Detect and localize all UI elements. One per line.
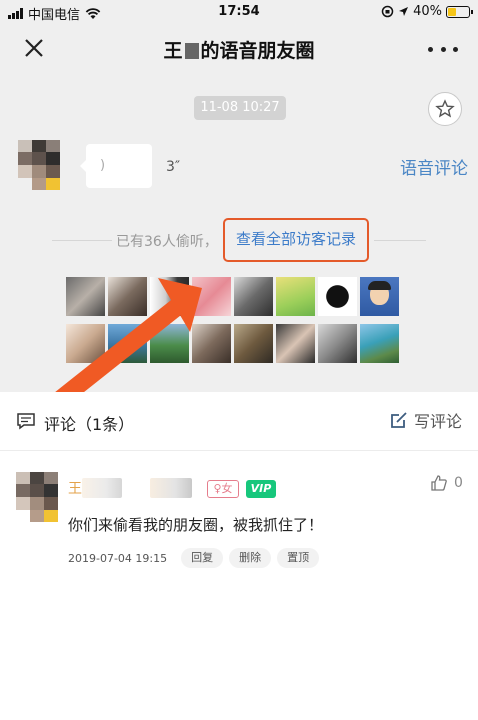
nav-bar: 王的语音朋友圈 <box>0 24 478 74</box>
divider-right <box>374 240 426 241</box>
delete-button[interactable]: 删除 <box>229 548 272 568</box>
comments-header: 评论（1条） 写评论 <box>0 392 478 450</box>
visitor-avatar[interactable] <box>318 277 357 316</box>
visitor-avatar[interactable] <box>150 324 189 363</box>
star-icon <box>435 99 455 118</box>
visitor-avatar[interactable] <box>108 277 147 316</box>
name-redaction <box>82 478 122 498</box>
post-area: 11-08 10:27 ) 3″ 语音评论 已有36人偷听， 查看全部访客记录 <box>0 74 478 414</box>
poster-avatar[interactable] <box>18 140 60 190</box>
favorite-button[interactable] <box>428 92 462 126</box>
visitor-count-text: 已有36人偷听， <box>116 234 218 250</box>
status-bar: 中国电信 17:54 40% <box>0 0 478 24</box>
visitor-avatar[interactable] <box>234 277 273 316</box>
rotation-lock-icon <box>381 5 394 18</box>
comment-date: 2019-07-04 19:15 <box>68 551 168 565</box>
visitor-avatar[interactable] <box>66 324 105 363</box>
visitor-avatar[interactable] <box>360 324 399 363</box>
page-title: 王的语音朋友圈 <box>0 36 478 63</box>
write-comment-label: 写评论 <box>413 412 462 431</box>
voice-message-bubble[interactable]: ) <box>80 144 152 188</box>
comment-text: 你们来偷看我的朋友圈，被我抓住了！ <box>68 516 324 534</box>
post-timestamp: 11-08 10:27 <box>194 96 286 120</box>
divider-left <box>52 240 112 241</box>
visitor-avatar[interactable] <box>360 277 399 316</box>
visitor-avatar[interactable] <box>192 324 231 363</box>
write-comment-button[interactable]: 写评论 <box>390 408 462 432</box>
commenter-name[interactable]: 王 <box>68 478 82 498</box>
title-text: 的语音朋友圈 <box>200 40 315 62</box>
visitor-avatar[interactable] <box>234 324 273 363</box>
commenter-avatar[interactable] <box>16 472 58 522</box>
view-all-visitors-link[interactable]: 查看全部访客记录 <box>223 218 369 262</box>
title-username: 王 <box>163 40 183 62</box>
visitor-avatar[interactable] <box>276 324 315 363</box>
edit-icon <box>391 412 407 428</box>
voice-duration: 3″ <box>166 159 181 175</box>
vip-badge: VIP <box>246 480 276 498</box>
reply-button[interactable]: 回复 <box>181 548 224 568</box>
name-redaction <box>150 478 192 498</box>
visitor-avatar[interactable] <box>318 324 357 363</box>
voice-comment-button[interactable]: 语音评论 <box>400 154 468 179</box>
visitor-avatar[interactable] <box>276 277 315 316</box>
thumbs-up-icon <box>431 475 447 491</box>
visitor-avatar[interactable] <box>150 277 189 316</box>
battery-icon <box>446 5 473 18</box>
section-divider <box>0 450 478 451</box>
voice-wave-icon: ) <box>100 158 106 173</box>
pin-button[interactable]: 置顶 <box>277 548 320 568</box>
visitor-avatar[interactable] <box>108 324 147 363</box>
like-button[interactable]: 0 <box>430 474 463 492</box>
like-count: 0 <box>454 475 463 491</box>
location-icon <box>399 7 409 16</box>
more-icon[interactable] <box>428 36 458 62</box>
visitor-avatar[interactable] <box>192 277 231 316</box>
title-name-redaction <box>184 43 199 59</box>
visitor-avatar[interactable] <box>66 277 105 316</box>
comment-icon <box>17 413 35 430</box>
gender-tag: ♀女 <box>207 480 239 498</box>
battery-percent: 40% <box>413 4 442 19</box>
comment-meta: 2019-07-04 19:15 回复 删除 置顶 <box>68 548 325 568</box>
comments-count-label: 评论（1条） <box>44 415 135 434</box>
